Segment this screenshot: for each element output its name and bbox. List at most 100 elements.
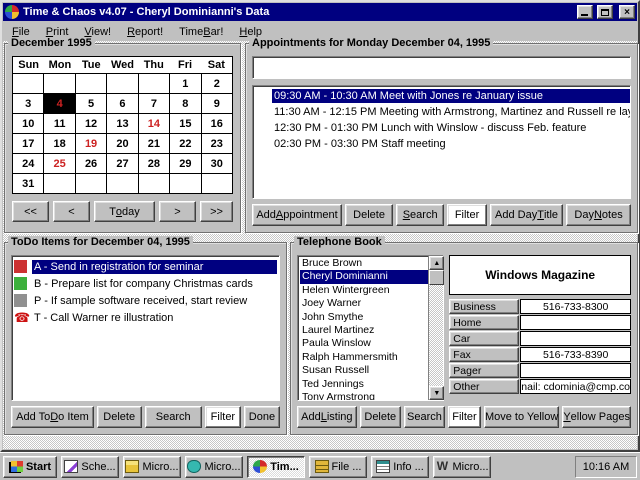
calendar-day[interactable] [107, 74, 137, 93]
calendar-day[interactable]: 5 [76, 94, 106, 113]
home-number[interactable] [520, 315, 631, 330]
day-notes-button[interactable]: Day Notes [566, 204, 631, 226]
add-appointment-button[interactable]: Add Appointment [252, 204, 342, 226]
fax-number[interactable]: 516-733-8390 [520, 347, 631, 362]
calendar-day-selected[interactable]: 4 [44, 94, 74, 113]
task-schedule[interactable]: Sche... [61, 456, 119, 478]
phonebook-entry-selected[interactable]: Cheryl Dominianni [300, 270, 428, 283]
task-file[interactable]: File ... [309, 456, 367, 478]
menu-report[interactable]: Report! [119, 24, 171, 40]
car-dial-button[interactable]: Car [449, 331, 519, 346]
appointment-row[interactable]: 12:30 PM - 01:30 PM Lunch with Winslow -… [253, 120, 630, 136]
phonebook-entry[interactable]: Ralph Hammersmith [300, 351, 428, 364]
calendar-day[interactable] [170, 174, 200, 193]
calendar-day[interactable]: 17 [13, 134, 43, 153]
calendar-day[interactable]: 26 [76, 154, 106, 173]
minimize-button[interactable] [577, 5, 593, 19]
calendar-day[interactable]: 10 [13, 114, 43, 133]
phonebook-list[interactable]: Bruce Brown Cheryl Dominianni Helen Wint… [297, 255, 444, 401]
calendar-day[interactable]: 12 [76, 114, 106, 133]
add-day-title-button[interactable]: Add Day Title [490, 204, 563, 226]
todo-row[interactable]: ☎ T - Call Warner re illustration [14, 309, 277, 326]
calendar-day[interactable] [76, 74, 106, 93]
calendar-day[interactable]: 15 [170, 114, 200, 133]
task-time-chaos-active[interactable]: Tim... [247, 456, 305, 478]
fax-dial-button[interactable]: Fax [449, 347, 519, 362]
appointments-list[interactable]: 09:30 AM - 10:30 AM Meet with Jones re J… [252, 85, 631, 199]
calendar-day[interactable]: 21 [139, 134, 169, 153]
calendar-day[interactable] [13, 74, 43, 93]
phonebook-entry[interactable]: Joey Warner [300, 297, 428, 310]
search-todo-button[interactable]: Search [145, 406, 202, 428]
phonebook-entry[interactable]: Paula Winslow [300, 337, 428, 350]
calendar-day[interactable]: 18 [44, 134, 74, 153]
calendar-day[interactable] [107, 174, 137, 193]
calendar-day[interactable]: 27 [107, 154, 137, 173]
todo-row[interactable]: B - Prepare list for company Christmas c… [14, 275, 277, 292]
search-appointments-button[interactable]: Search [396, 204, 444, 226]
calendar-day[interactable]: 28 [139, 154, 169, 173]
scroll-down-button[interactable]: ▼ [429, 386, 444, 400]
move-to-yellow-button[interactable]: Move to Yellow [484, 406, 559, 428]
calendar-day[interactable] [139, 74, 169, 93]
calendar-day[interactable]: 22 [170, 134, 200, 153]
filter-todo-button[interactable]: Filter [205, 406, 241, 428]
add-listing-button[interactable]: Add Listing [297, 406, 357, 428]
appointment-checkbox[interactable] [256, 90, 269, 102]
calendar-day[interactable] [44, 174, 74, 193]
calendar-day[interactable]: 31 [13, 174, 43, 193]
calendar-day[interactable] [202, 174, 232, 193]
phonebook-entry[interactable]: Tony Armstrong [300, 391, 428, 400]
task-microsoft-2[interactable]: Micro... [185, 456, 243, 478]
task-microsoft-3[interactable]: W Micro... [433, 456, 491, 478]
maximize-button[interactable] [597, 5, 613, 19]
business-dial-button[interactable]: Business [449, 299, 519, 314]
calendar-day[interactable]: 9 [202, 94, 232, 113]
close-button[interactable]: × [619, 5, 635, 19]
search-listing-button[interactable]: Search [404, 406, 445, 428]
calendar-day[interactable]: 20 [107, 134, 137, 153]
done-todo-button[interactable]: Done [244, 406, 280, 428]
today-button[interactable]: Today [94, 201, 155, 222]
day-title-input[interactable] [252, 56, 631, 79]
other-value[interactable]: nail: cdominia@cmp.co [520, 379, 631, 394]
next-month-button[interactable]: > [159, 201, 196, 222]
filter-listing-button[interactable]: Filter [448, 406, 481, 428]
calendar-day[interactable]: 6 [107, 94, 137, 113]
phonebook-entry[interactable]: Bruce Brown [300, 257, 428, 270]
prev-year-button[interactable]: << [12, 201, 49, 222]
delete-appointment-button[interactable]: Delete [345, 204, 393, 226]
home-dial-button[interactable]: Home [449, 315, 519, 330]
next-year-button[interactable]: >> [200, 201, 233, 222]
scrollbar-thumb[interactable] [429, 270, 444, 285]
appointment-row[interactable]: 02:30 PM - 03:30 PM Staff meeting [253, 136, 630, 152]
calendar-day[interactable]: 14 [139, 114, 169, 133]
calendar-day[interactable] [76, 174, 106, 193]
task-microsoft-mail[interactable]: Micro... [123, 456, 181, 478]
calendar-day[interactable] [139, 174, 169, 193]
calendar-day[interactable]: 23 [202, 134, 232, 153]
other-dial-button[interactable]: Other [449, 379, 519, 394]
todo-row[interactable]: A - Send in registration for seminar [14, 258, 277, 275]
calendar-day[interactable]: 11 [44, 114, 74, 133]
calendar-day[interactable]: 2 [202, 74, 232, 93]
pager-dial-button[interactable]: Pager [449, 363, 519, 378]
add-todo-button[interactable]: Add ToDo Item [11, 406, 94, 428]
calendar-day[interactable]: 16 [202, 114, 232, 133]
phonebook-entry[interactable]: Helen Wintergreen [300, 284, 428, 297]
pager-number[interactable] [520, 363, 631, 378]
phonebook-scrollbar[interactable]: ▲ ▼ [428, 256, 443, 400]
title-bar[interactable]: Time & Chaos v4.07 - Cheryl Dominianni's… [3, 3, 637, 21]
delete-todo-button[interactable]: Delete [97, 406, 142, 428]
menu-timebar[interactable]: TimeBar! [171, 24, 231, 40]
todo-list[interactable]: A - Send in registration for seminar B -… [11, 255, 280, 401]
business-number[interactable]: 516-733-8300 [520, 299, 631, 314]
todo-row[interactable]: P - If sample software received, start r… [14, 292, 277, 309]
calendar-day[interactable]: 3 [13, 94, 43, 113]
car-number[interactable] [520, 331, 631, 346]
calendar-day[interactable]: 30 [202, 154, 232, 173]
phonebook-entry[interactable]: Ted Jennings [300, 378, 428, 391]
start-button[interactable]: Start [3, 456, 57, 478]
delete-listing-button[interactable]: Delete [360, 406, 401, 428]
calendar-day[interactable]: 24 [13, 154, 43, 173]
